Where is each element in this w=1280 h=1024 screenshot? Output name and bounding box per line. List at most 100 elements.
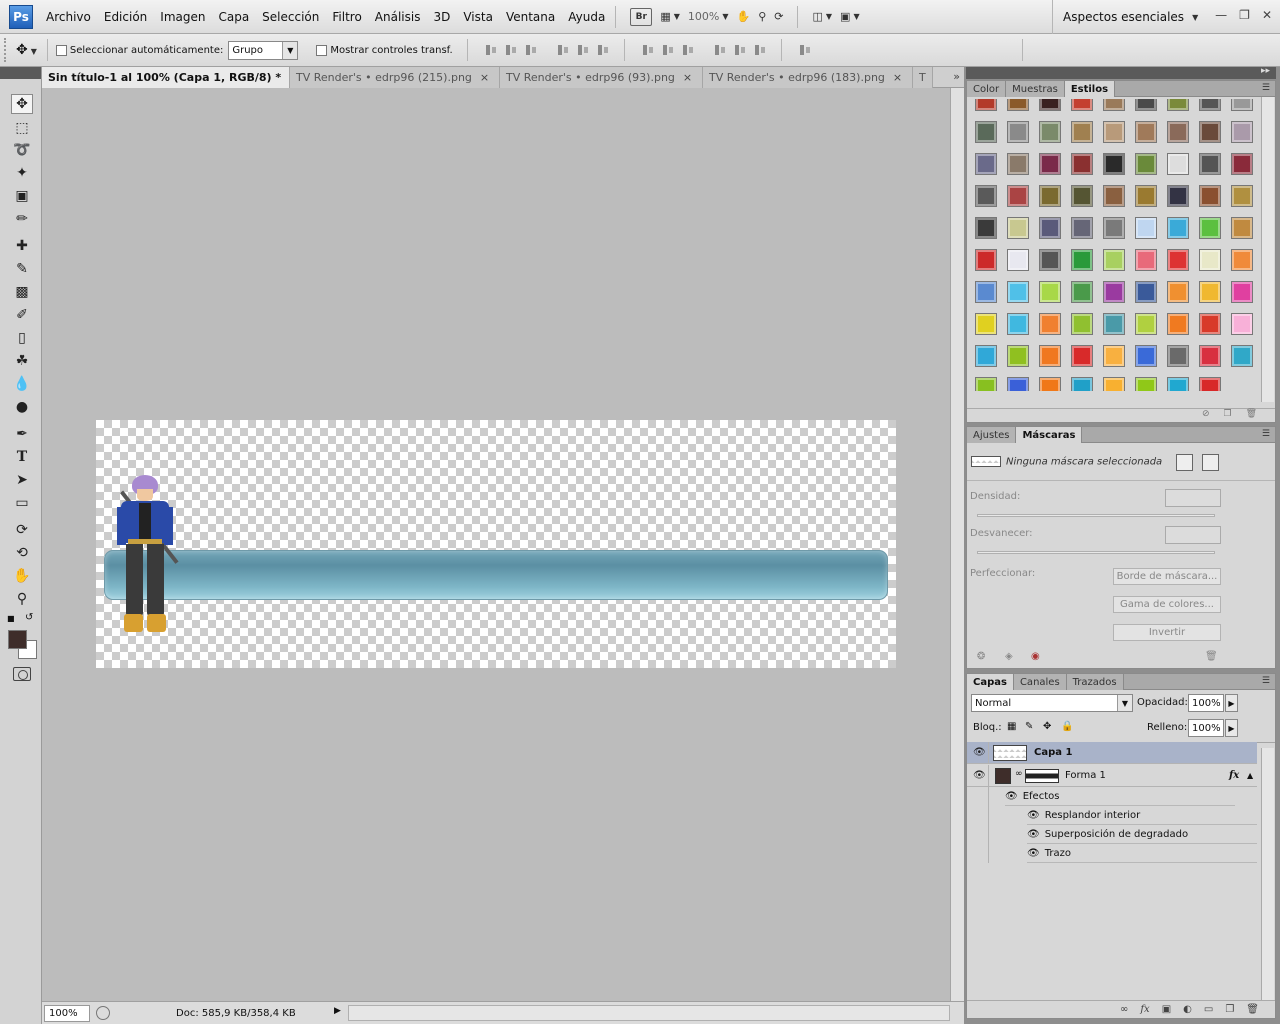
- style-swatch[interactable]: [1071, 345, 1093, 367]
- auto-select-target-select[interactable]: Grupo ▼: [228, 40, 299, 60]
- eye-icon[interactable]: 👁: [973, 747, 986, 758]
- style-swatch[interactable]: [1199, 281, 1221, 303]
- style-swatch[interactable]: [1007, 345, 1029, 367]
- style-swatch[interactable]: [1007, 377, 1029, 391]
- style-swatch[interactable]: [1231, 249, 1253, 271]
- style-swatch[interactable]: [1135, 185, 1157, 207]
- lock-all-icon[interactable]: 🔒: [1061, 721, 1073, 732]
- style-swatch[interactable]: [1231, 121, 1253, 143]
- style-swatch[interactable]: [1199, 377, 1221, 391]
- style-swatch[interactable]: [1167, 377, 1189, 391]
- align-left-icon[interactable]: [556, 43, 570, 57]
- shape-layer-bar[interactable]: [104, 550, 888, 600]
- layers-scrollbar[interactable]: [1261, 748, 1274, 1001]
- feather-field[interactable]: [1165, 526, 1221, 544]
- style-swatch[interactable]: [1167, 153, 1189, 175]
- pen-tool[interactable]: ✒: [11, 424, 33, 444]
- style-swatch[interactable]: [1071, 281, 1093, 303]
- style-swatch[interactable]: [1007, 99, 1029, 111]
- new-layer-icon[interactable]: ❐: [1225, 1004, 1234, 1015]
- style-swatch[interactable]: [1231, 185, 1253, 207]
- style-swatch[interactable]: [1039, 121, 1061, 143]
- align-bottom-icon[interactable]: [524, 43, 538, 57]
- menu-imagen[interactable]: Imagen: [160, 10, 205, 24]
- panel-menu-icon[interactable]: ☰: [1262, 429, 1270, 439]
- doc-tab[interactable]: TV Render's • edrp96 (93).png ×: [500, 67, 703, 88]
- zoom-level-dropdown[interactable]: 100% ▼: [684, 6, 733, 28]
- style-swatch[interactable]: [975, 281, 997, 303]
- close-icon[interactable]: ×: [683, 71, 692, 84]
- color-range-button[interactable]: Gama de colores...: [1113, 596, 1221, 613]
- style-swatch[interactable]: [1231, 345, 1253, 367]
- style-swatch[interactable]: [1135, 153, 1157, 175]
- bridge-button[interactable]: Br: [626, 6, 656, 28]
- style-swatch[interactable]: [1167, 99, 1189, 111]
- fill-arrow-icon[interactable]: ▶: [1225, 719, 1238, 737]
- style-swatch[interactable]: [1167, 121, 1189, 143]
- style-swatch[interactable]: [1135, 377, 1157, 391]
- style-swatch[interactable]: [1135, 345, 1157, 367]
- paint-bucket-tool[interactable]: ☘: [11, 351, 33, 371]
- zoom-tool-button[interactable]: ⚲: [754, 6, 770, 28]
- collapse-effects-icon[interactable]: ▲: [1247, 771, 1253, 780]
- tab-muestras[interactable]: Muestras: [1006, 81, 1065, 97]
- eraser-tool[interactable]: ▯: [11, 328, 33, 348]
- brush-tool[interactable]: ✎: [11, 259, 33, 279]
- eye-icon[interactable]: 👁: [1027, 810, 1040, 821]
- fx-icon[interactable]: fx: [1229, 770, 1239, 781]
- zoom-field[interactable]: 100%: [44, 1004, 90, 1022]
- style-swatch[interactable]: [1199, 185, 1221, 207]
- panel-menu-icon[interactable]: ☰: [1262, 83, 1270, 93]
- style-swatch[interactable]: [1135, 249, 1157, 271]
- style-swatch[interactable]: [1071, 185, 1093, 207]
- clone-stamp-tool[interactable]: ▩: [11, 282, 33, 302]
- close-icon[interactable]: ✕: [1262, 8, 1272, 22]
- style-swatch[interactable]: [1167, 345, 1189, 367]
- opacity-field[interactable]: 100%: [1188, 694, 1224, 712]
- menu-archivo[interactable]: Archivo: [46, 10, 91, 24]
- align-right-icon[interactable]: [596, 43, 610, 57]
- default-colors-icon[interactable]: ■: [7, 614, 15, 623]
- eye-icon[interactable]: 👁: [973, 770, 986, 781]
- style-swatch[interactable]: [1103, 281, 1125, 303]
- document-canvas[interactable]: [96, 420, 896, 668]
- styles-scrollbar[interactable]: [1261, 97, 1274, 402]
- style-swatch[interactable]: [1135, 217, 1157, 239]
- style-swatch[interactable]: [1167, 281, 1189, 303]
- style-swatch[interactable]: [1103, 249, 1125, 271]
- style-swatch[interactable]: [1007, 153, 1029, 175]
- style-swatch[interactable]: [1103, 377, 1125, 391]
- menu-3d[interactable]: 3D: [433, 10, 450, 24]
- apply-mask-icon[interactable]: ◈: [1005, 651, 1013, 662]
- style-swatch[interactable]: [1135, 99, 1157, 111]
- path-selection-tool[interactable]: ➤: [11, 470, 33, 490]
- eye-icon[interactable]: 👁: [1027, 848, 1040, 859]
- trash-icon[interactable]: 🗑: [1246, 1004, 1259, 1015]
- style-swatch[interactable]: [1199, 345, 1221, 367]
- style-swatch[interactable]: [1071, 99, 1093, 111]
- workspace-switcher[interactable]: Aspectos esenciales ▼: [1052, 0, 1198, 34]
- new-group-icon[interactable]: ▭: [1204, 1004, 1213, 1015]
- layer-row-capa-1[interactable]: 👁 Capa 1: [967, 742, 1257, 764]
- invert-button[interactable]: Invertir: [1113, 624, 1221, 641]
- effect-row[interactable]: 👁 Superposición de degradado: [1027, 825, 1257, 844]
- style-swatch[interactable]: [1103, 313, 1125, 335]
- style-swatch[interactable]: [1007, 121, 1029, 143]
- style-swatch[interactable]: [1039, 217, 1061, 239]
- style-swatch[interactable]: [975, 377, 997, 391]
- tab-trazados[interactable]: Trazados: [1066, 674, 1124, 690]
- style-swatch[interactable]: [1199, 313, 1221, 335]
- menu-ventana[interactable]: Ventana: [506, 10, 555, 24]
- shape-tool[interactable]: ▭: [11, 493, 33, 513]
- close-icon[interactable]: ×: [893, 71, 902, 84]
- style-swatch[interactable]: [1167, 217, 1189, 239]
- add-style-icon[interactable]: fx: [1140, 1004, 1149, 1015]
- style-swatch[interactable]: [1135, 313, 1157, 335]
- vector-mask-icon[interactable]: [1202, 454, 1219, 471]
- character-render[interactable]: [114, 475, 179, 645]
- status-info-icon[interactable]: [96, 1006, 110, 1020]
- style-swatch[interactable]: [1103, 217, 1125, 239]
- distribute-right-icon[interactable]: [753, 43, 767, 57]
- style-swatch[interactable]: [1103, 185, 1125, 207]
- screen-mode-button[interactable]: ▦ ▼: [656, 6, 684, 28]
